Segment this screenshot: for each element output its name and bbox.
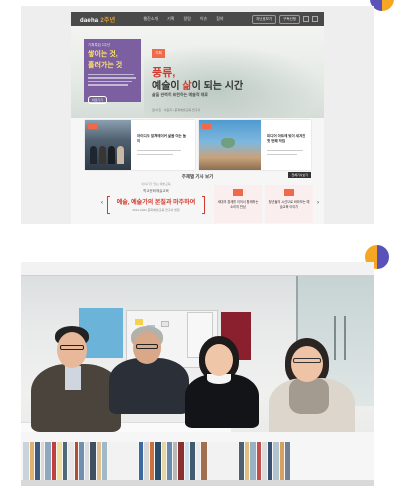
- bottom-divider: [21, 480, 374, 486]
- page: daeha 2주년 웹진소개 기획 칼럼 이슈 참여 지난호보기 구독신청 기획…: [0, 0, 408, 486]
- card-badge: [88, 123, 97, 129]
- logo-text: daeha: [80, 17, 99, 24]
- article-cards: 아이디오 컬쳐메이커 삶을 여는 놀이 미디어 아트에 빛이 새겨진 첫 번째 …: [85, 120, 311, 170]
- topic-card-title: 청년들의 시선으로 바라보는 예술교육 이야기: [268, 200, 310, 209]
- hero-banner: 기획특집 2주년 쌓이는 것, 흘러가는 것 바로가기 기획 풍류, 예술이 삶…: [71, 26, 324, 118]
- past-issues-button[interactable]: 지난호보기: [252, 14, 277, 24]
- feature-panel-title-2: 흘러가는 것: [88, 62, 123, 69]
- nav-item-participate[interactable]: 참여: [216, 16, 223, 22]
- all-articles-button[interactable]: 전체기사보기: [288, 172, 311, 178]
- ceiling-shelf: [21, 262, 374, 276]
- promo-line-2: 학교문화예술교육: [143, 189, 169, 193]
- card-title: 아이디오 컬쳐메이커 삶을 여는 놀이: [137, 134, 186, 143]
- hero-title-part-c: 이 되는 시간: [191, 81, 244, 92]
- hero-subtitle: 삶을 완벽히 표현하는 예술적 재료: [152, 92, 208, 97]
- nav-menu: 웹진소개 기획 칼럼 이슈 참여: [143, 16, 223, 22]
- topic-card-1[interactable]: 세대의 경계를 이어서 함께하는 소리의 만남: [214, 185, 262, 223]
- bookshelf-books: [21, 442, 374, 480]
- promo-line-1: 이야기가 있는 예술교육: [141, 182, 171, 186]
- topic-card-badge: [284, 189, 294, 196]
- bracket-left: [107, 196, 110, 214]
- search-icon[interactable]: [303, 16, 309, 22]
- promo-headline: 예술, 예술가의 본질과 마주하여: [116, 200, 196, 206]
- card-title: 미디어 아트에 빛이 새겨진 첫 번째 작업: [267, 134, 306, 143]
- hero-badge: 기획: [152, 49, 165, 58]
- feature-panel-label: 기획특집 2주년: [88, 43, 111, 47]
- bracket-right: [202, 196, 205, 214]
- topic-heading: 주제별 기사 보기: [181, 174, 214, 179]
- feature-panel-title-1: 쌓이는 것,: [88, 51, 118, 58]
- website-screenshot: daeha 2주년 웹진소개 기획 칼럼 이슈 참여 지난호보기 구독신청 기획…: [21, 6, 374, 224]
- article-card-column[interactable]: 미디어 아트에 빛이 새겨진 첫 번째 작업: [199, 120, 311, 170]
- feature-panel-text: [88, 74, 137, 86]
- feature-panel-button[interactable]: 바로가기: [88, 95, 108, 104]
- nav-tools: 지난호보기 구독신청: [252, 14, 318, 24]
- nav-item-feature[interactable]: 기획: [167, 16, 174, 22]
- nav-item-issue[interactable]: 이슈: [200, 16, 207, 22]
- chevron-right-icon[interactable]: ›: [317, 200, 319, 206]
- group-photo: [21, 262, 374, 480]
- website-frame: daeha 2주년 웹진소개 기획 칼럼 이슈 참여 지난호보기 구독신청 기획…: [71, 12, 324, 224]
- feature-panel[interactable]: 기획특집 2주년 쌓이는 것, 흘러가는 것 바로가기: [84, 39, 141, 104]
- nav-item-column[interactable]: 칼럼: [183, 16, 190, 22]
- logo-mark: 2주년: [100, 17, 116, 24]
- menu-icon[interactable]: [312, 16, 318, 22]
- top-navigation: daeha 2주년 웹진소개 기획 칼럼 이슈 참여 지난호보기 구독신청: [71, 12, 324, 26]
- topic-card-title: 세대의 경계를 이어서 함께하는 소리의 만남: [217, 200, 259, 209]
- hero-title-part-a: 예술이: [152, 81, 183, 92]
- chevron-left-icon[interactable]: ‹: [101, 200, 103, 206]
- nav-item-about[interactable]: 웹진소개: [143, 16, 158, 22]
- site-logo[interactable]: daeha 2주년: [80, 15, 115, 24]
- promo-banner[interactable]: 이야기가 있는 예술교육 학교문화예술교육 예술, 예술가의 본질과 마주하여 …: [107, 182, 205, 224]
- promo-line-4: 2021-2022 문화예술교육 연구의 방향: [132, 208, 180, 212]
- hero-caption: 글/사진 · 이윤지 / 문화예술교육 연구자: [152, 108, 201, 112]
- hero-title-line-2[interactable]: 예술이 삶이 되는 시간: [152, 77, 243, 92]
- hero-title-part-b: 삶: [182, 81, 192, 92]
- subscribe-button[interactable]: 구독신청: [279, 14, 300, 24]
- card-badge: [202, 123, 211, 129]
- topic-card-badge: [233, 189, 243, 196]
- article-card-interview[interactable]: 아이디오 컬쳐메이커 삶을 여는 놀이: [85, 120, 195, 170]
- topic-card-2[interactable]: 청년들의 시선으로 바라보는 예술교육 이야기: [265, 185, 313, 223]
